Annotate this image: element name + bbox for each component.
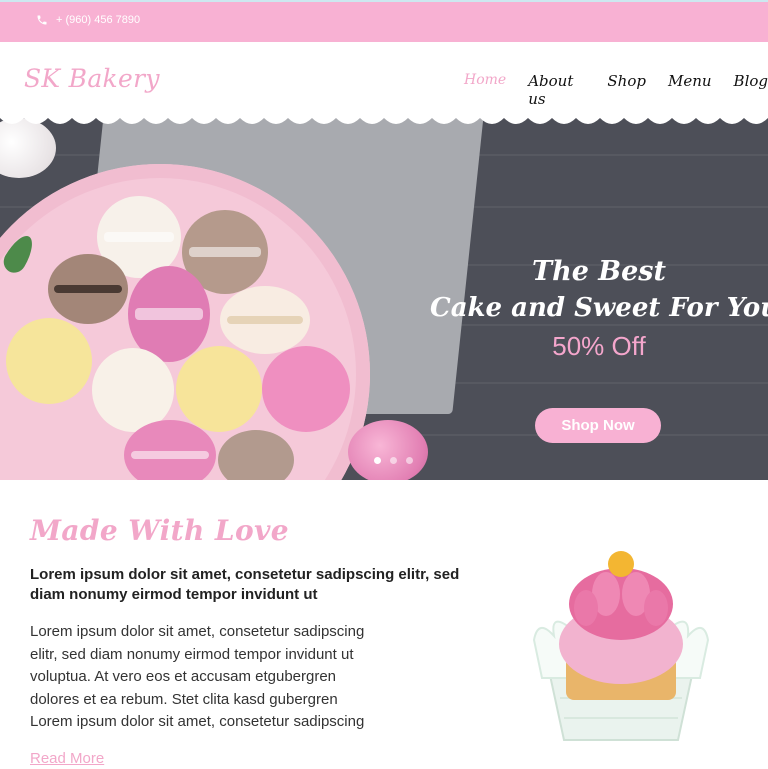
body-line: dolores et ea rebum. Stet clita kasd gub… [30,690,338,708]
macaron-pink [124,420,216,480]
slider-dots [374,457,413,464]
body-line: Lorem ipsum dolor sit amet, consetetur s… [30,713,365,730]
site-header: SK Bakery Home About us Shop Menu Blog [0,42,768,114]
nav-home[interactable]: Home [464,72,506,108]
hero-heading-line1: The Best [532,256,666,287]
macaron-pink [262,346,350,432]
nav-blog[interactable]: Blog [734,72,768,108]
read-more-link[interactable]: Read More [30,750,104,767]
about-section: Made With Love Lorem ipsum dolor sit ame… [30,514,460,768]
white-rose [0,118,56,178]
shop-now-button[interactable]: Shop Now [535,408,661,443]
hero-text: The Best Cake and Sweet For You 50% Off [430,256,768,362]
body-line: elitr, sed diam nonumy eirmod tempor inv… [30,645,354,663]
slider-dot[interactable] [406,457,413,464]
phone-number: + (960) 456 7890 [56,14,141,26]
macaron-white [220,286,310,354]
macaron-yellow [6,318,92,404]
site-logo[interactable]: SK Bakery [24,64,160,93]
main-nav: Home About us Shop Menu Blog [464,72,768,108]
macaron-white [92,348,174,432]
body-line: voluptua. At vero eos et accusam etguber… [30,668,337,685]
top-bar: + (960) 456 7890 [0,0,768,42]
macaron-brown [48,254,128,324]
slider-dot[interactable] [390,457,397,464]
slider-dot[interactable] [374,457,381,464]
macaron-yellow [176,346,262,432]
nav-shop[interactable]: Shop [607,72,646,108]
phone-contact[interactable]: + (960) 456 7890 [36,14,140,26]
scallop-border [0,114,768,124]
nav-menu[interactable]: Menu [668,72,712,108]
hero-heading-line2: Cake and Sweet For You [430,293,768,323]
nav-about-us[interactable]: About us [528,72,585,108]
section-body: Lorem ipsum dolor sit amet, consetetur s… [30,621,460,734]
hero-offer: 50% Off [552,331,646,361]
pink-rose [348,420,428,480]
cupcake-image [532,551,710,741]
macaron-pink [128,266,210,362]
body-line: Lorem ipsum dolor sit amet, consetetur s… [30,623,365,640]
phone-icon [37,15,47,25]
section-title: Made With Love [30,514,289,547]
section-lead: Lorem ipsum dolor sit amet, consetetur s… [30,566,460,603]
